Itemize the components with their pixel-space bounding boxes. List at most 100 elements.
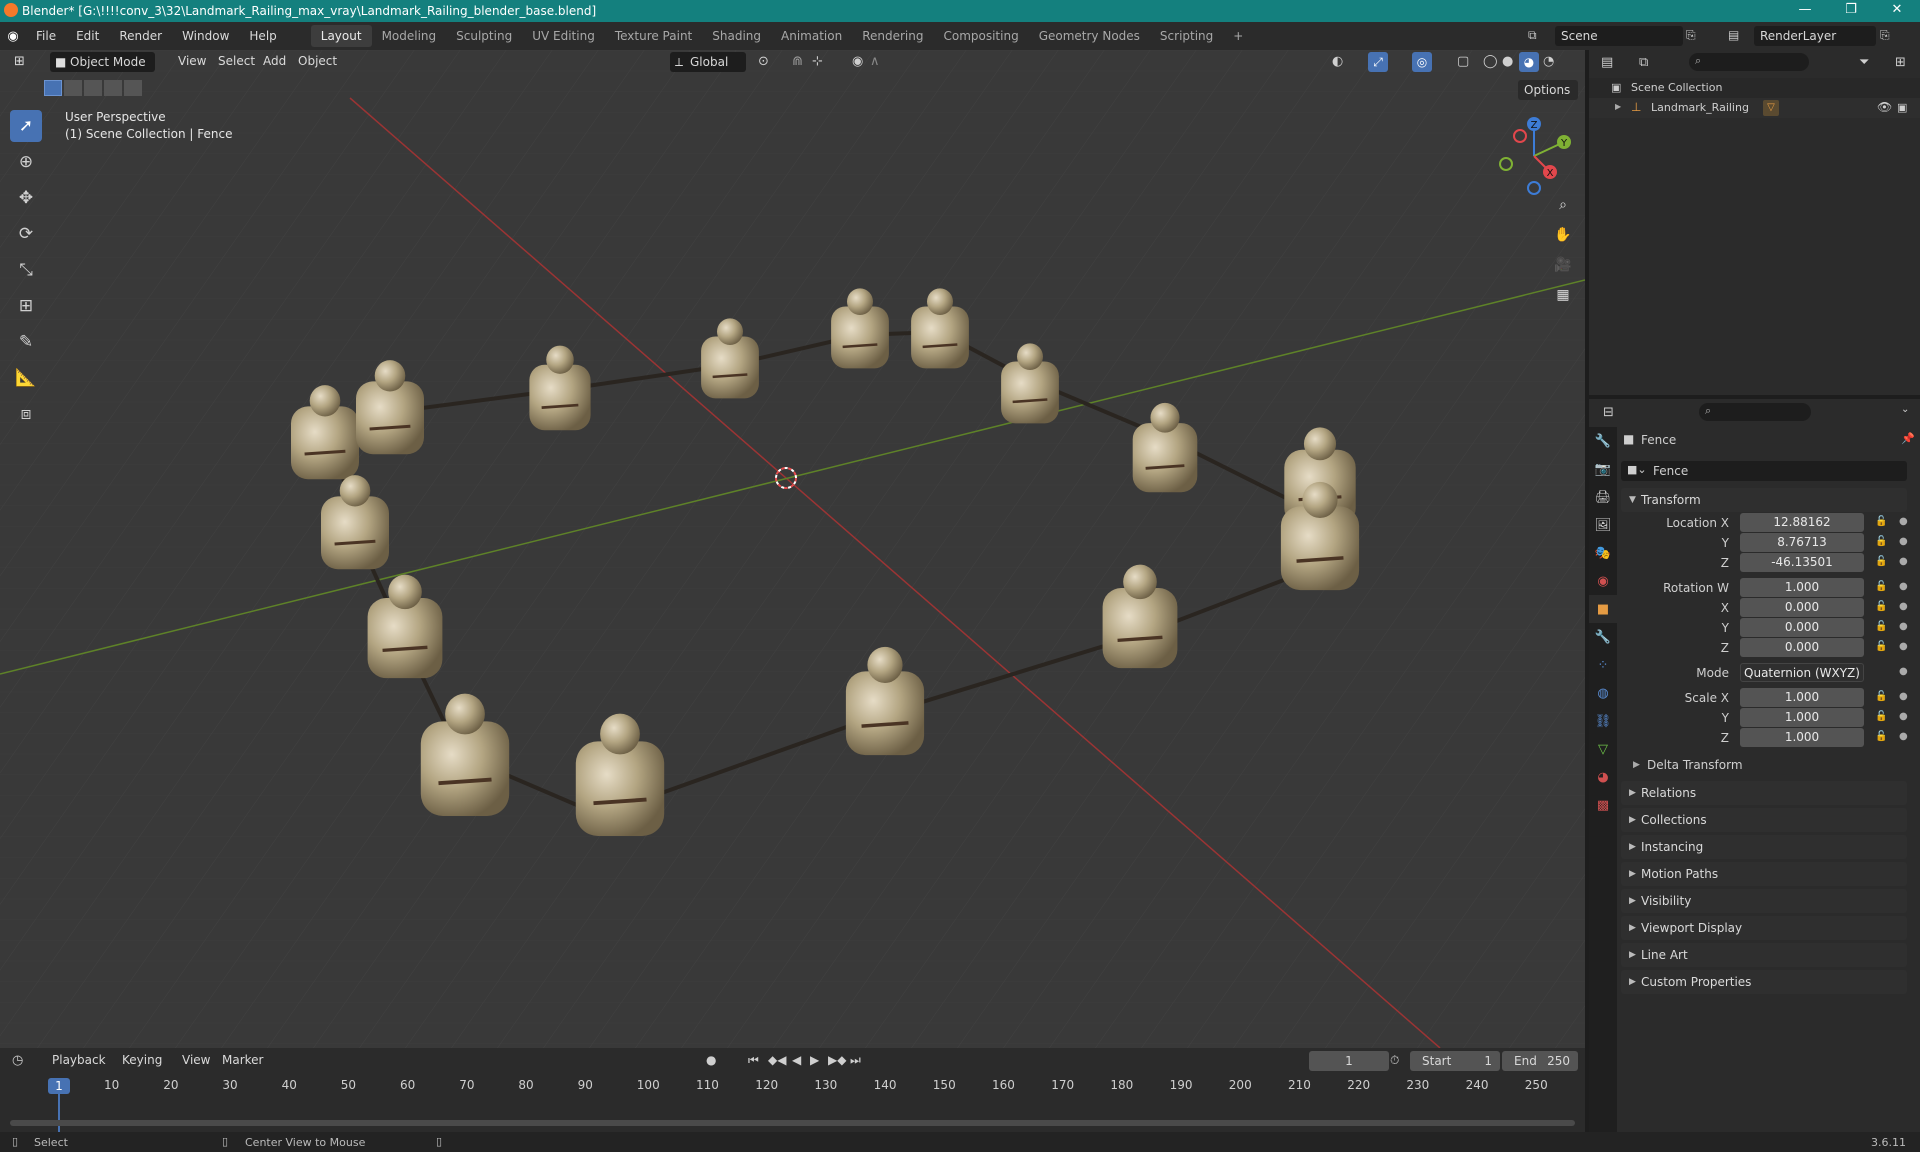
scene-selector-icon[interactable]: ⧉ (1528, 28, 1537, 43)
expand-arrow-icon[interactable]: ▶ (1615, 102, 1621, 111)
tab-geometry-nodes[interactable]: Geometry Nodes (1029, 25, 1150, 47)
tab-shading[interactable]: Shading (702, 25, 771, 47)
keyframe-dot-icon[interactable]: ● (1899, 641, 1908, 652)
panel-line-art[interactable]: ▶ Line Art (1621, 943, 1907, 967)
overlay-toggle-icon[interactable]: ◎ (1412, 52, 1432, 72)
select-new-icon[interactable] (44, 80, 62, 96)
mode-selector[interactable]: ■ Object Mode (50, 52, 155, 72)
keyframe-dot-icon[interactable]: ● (1899, 666, 1908, 677)
outliner-row-scene-collection[interactable]: ▣ Scene Collection (1589, 78, 1920, 98)
editor-type-icon[interactable]: ⊞ (14, 54, 25, 69)
snap-icon[interactable]: ⋒ (792, 54, 803, 69)
xray-icon[interactable]: ▢ (1457, 54, 1469, 69)
keyframe-dot-icon[interactable]: ● (1899, 731, 1908, 742)
pivot-icon[interactable]: ⊙ (758, 54, 769, 69)
location-x-field[interactable]: 12.88162 (1740, 513, 1864, 532)
lock-icon[interactable]: 🔓 (1875, 556, 1887, 567)
constraints-tab[interactable]: ⛓ (1589, 707, 1617, 735)
rotation-x-field[interactable]: 0.000 (1740, 598, 1864, 617)
new-view-layer-icon[interactable]: ⎘ (1880, 28, 1890, 43)
rotation-w-field[interactable]: 1.000 (1740, 578, 1864, 597)
minimize-button[interactable]: — (1782, 0, 1828, 22)
tab-layout[interactable]: Layout (310, 25, 372, 47)
camera-view-button[interactable]: 🎥 (1550, 252, 1576, 278)
scale-x-field[interactable]: 1.000 (1740, 688, 1864, 707)
new-collection-icon[interactable]: ⊞ (1895, 55, 1906, 70)
select-invert-icon[interactable] (104, 80, 122, 96)
rotate-tool[interactable]: ⟳ (10, 218, 42, 250)
location-z-field[interactable]: -46.13501 (1740, 553, 1864, 572)
properties-options-icon[interactable]: ⌄ (1901, 404, 1909, 415)
options-dropdown[interactable]: Options (1518, 80, 1578, 100)
panel-viewport-display[interactable]: ▶ Viewport Display (1621, 916, 1907, 940)
texture-tab[interactable]: ▩ (1589, 791, 1617, 819)
material-tab[interactable]: ◕ (1589, 763, 1617, 791)
lock-icon[interactable]: 🔓 (1875, 581, 1887, 592)
delta-transform-subpanel[interactable]: ▶ Delta Transform (1633, 755, 1907, 775)
snap-target-icon[interactable]: ⊹ (812, 54, 823, 69)
tab-animation[interactable]: Animation (771, 25, 852, 47)
visibility-icon[interactable]: ◐ (1332, 54, 1343, 69)
render-tab[interactable]: 📷 (1589, 455, 1617, 483)
rendered-shading-icon[interactable]: ◔ (1543, 54, 1554, 69)
particles-tab[interactable]: ⁘ (1589, 651, 1617, 679)
viewport-scene[interactable] (0, 50, 1585, 1048)
outliner-search-input[interactable]: ⌕ (1689, 53, 1809, 71)
transform-panel-header[interactable]: ▼ Transform (1621, 488, 1907, 512)
3d-viewport[interactable]: ⊞ ■ Object Mode View Select Add Object ⟂… (0, 50, 1585, 1048)
menu-file[interactable]: File (26, 29, 66, 43)
tab-texture-paint[interactable]: Texture Paint (605, 25, 702, 47)
rotation-y-field[interactable]: 0.000 (1740, 618, 1864, 637)
lock-icon[interactable]: 🔓 (1875, 516, 1887, 527)
material-shading-icon[interactable]: ◕ (1519, 52, 1539, 72)
tool-tab[interactable]: 🔧 (1589, 427, 1617, 455)
view-layer-tab[interactable]: 🖼 (1589, 511, 1617, 539)
panel-collections[interactable]: ▶ Collections (1621, 808, 1907, 832)
timeline-scrollbar[interactable] (10, 1120, 1575, 1126)
tab-scripting[interactable]: Scripting (1150, 25, 1223, 47)
new-scene-icon[interactable]: ⎘ (1686, 28, 1696, 43)
wireframe-shading-icon[interactable]: ◯ (1483, 54, 1498, 69)
menu-edit[interactable]: Edit (66, 29, 109, 43)
falloff-icon[interactable]: ∧ (870, 54, 880, 69)
menu-window[interactable]: Window (172, 29, 239, 43)
tab-sculpting[interactable]: Sculpting (446, 25, 522, 47)
add-workspace-button[interactable]: + (1223, 25, 1253, 47)
lock-icon[interactable]: 🔓 (1875, 711, 1887, 722)
select-intersect-icon[interactable] (124, 80, 142, 96)
rotation-z-field[interactable]: 0.000 (1740, 638, 1864, 657)
keyframe-dot-icon[interactable]: ● (1899, 536, 1908, 547)
keyframe-dot-icon[interactable]: ● (1899, 711, 1908, 722)
transform-tool[interactable]: ⊞ (10, 290, 42, 322)
maximize-button[interactable]: ❐ (1828, 0, 1874, 22)
world-tab[interactable]: ◉ (1589, 567, 1617, 595)
keyframe-dot-icon[interactable]: ● (1899, 691, 1908, 702)
solid-shading-icon[interactable]: ● (1502, 54, 1513, 69)
keyframe-dot-icon[interactable]: ● (1899, 601, 1908, 612)
properties-search-input[interactable]: ⌕ (1699, 403, 1811, 421)
select-box-tool[interactable]: ➚ (10, 110, 42, 142)
outliner-row-landmark-railing[interactable]: ▶ ⊥ Landmark_Railing ▽ 👁 ▣ (1589, 98, 1920, 118)
proportional-edit-icon[interactable]: ◉ (852, 54, 863, 69)
lock-icon[interactable]: 🔓 (1875, 641, 1887, 652)
ortho-toggle-button[interactable]: ▦ (1550, 282, 1576, 308)
location-y-field[interactable]: 8.76713 (1740, 533, 1864, 552)
render-camera-icon[interactable]: ▣ (1897, 101, 1907, 114)
modifier-tab[interactable]: 🔧 (1589, 623, 1617, 651)
pan-button[interactable]: ✋ (1550, 222, 1576, 248)
scene-tab[interactable]: 🎭 (1589, 539, 1617, 567)
filter-icon[interactable]: ⏷ (1859, 55, 1869, 70)
tab-compositing[interactable]: Compositing (933, 25, 1028, 47)
panel-relations[interactable]: ▶ Relations (1621, 781, 1907, 805)
visibility-eye-icon[interactable]: 👁 (1877, 100, 1892, 114)
rotation-mode-dropdown[interactable]: Quaternion (WXYZ) (1740, 663, 1864, 682)
viewport-menu-object[interactable]: Object (288, 54, 347, 68)
scale-tool[interactable]: ⤡ (10, 254, 42, 286)
cursor-tool[interactable]: ⊕ (10, 146, 42, 178)
menu-render[interactable]: Render (109, 29, 172, 43)
select-extend-icon[interactable] (64, 80, 82, 96)
object-name-field[interactable]: ■⌄ Fence (1621, 461, 1907, 481)
keyframe-dot-icon[interactable]: ● (1899, 556, 1908, 567)
tab-rendering[interactable]: Rendering (852, 25, 933, 47)
lock-icon[interactable]: 🔓 (1875, 601, 1887, 612)
